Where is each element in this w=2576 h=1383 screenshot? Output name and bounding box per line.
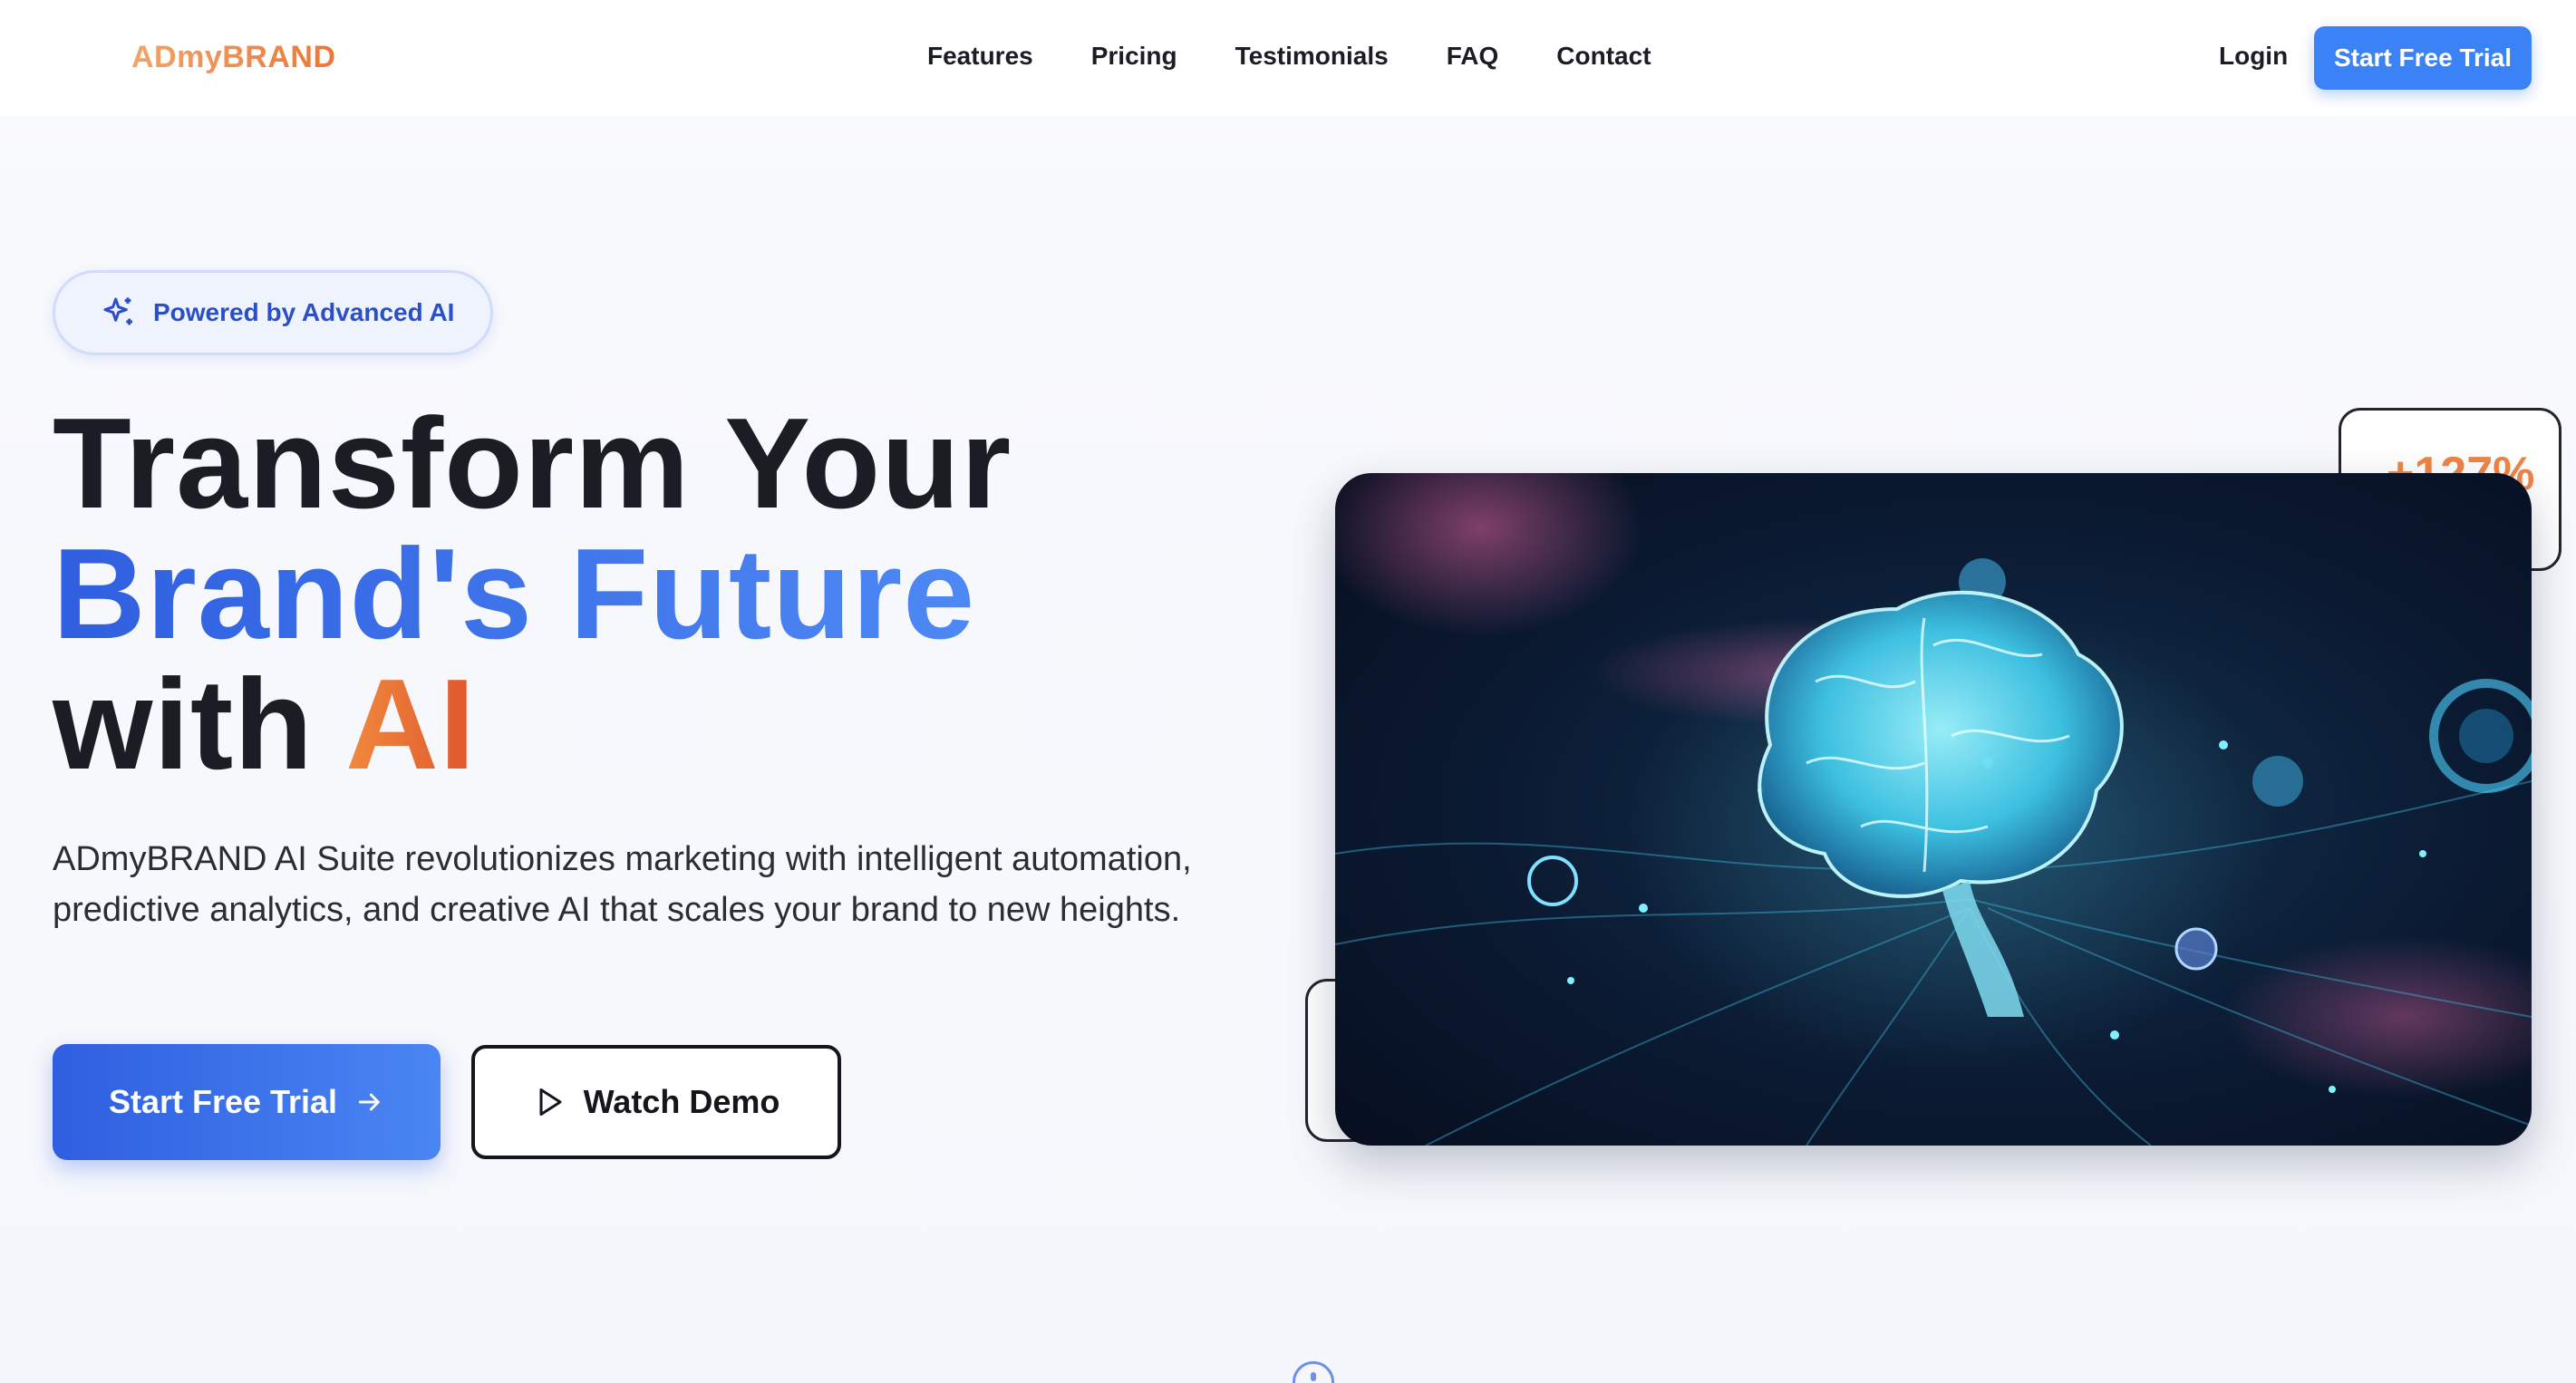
logo[interactable]: ADmyBRAND — [131, 40, 336, 75]
nav-link-pricing[interactable]: Pricing — [1091, 42, 1177, 71]
login-link[interactable]: Login — [2219, 42, 2288, 71]
badge-label: Powered by Advanced AI — [153, 298, 455, 326]
brain-illustration — [1335, 473, 2532, 1146]
hero-description: ADmyBRAND AI Suite revolutionizes market… — [53, 840, 1192, 929]
nav-link-testimonials[interactable]: Testimonials — [1235, 42, 1389, 71]
nav-link-faq[interactable]: FAQ — [1447, 42, 1499, 71]
watch-demo-label: Watch Demo — [583, 1083, 780, 1120]
headline-prefix: with — [53, 653, 346, 797]
start-free-trial-button[interactable]: Start Free Trial — [53, 1044, 441, 1160]
sparkles-icon — [103, 297, 132, 325]
watch-demo-button[interactable]: Watch Demo — [471, 1045, 841, 1159]
headline-line-3: with AI — [53, 660, 1012, 790]
nav-link-features[interactable]: Features — [927, 42, 1033, 71]
headline-line-2: Brand's Future — [53, 529, 1012, 660]
start-free-trial-label: Start Free Trial — [108, 1083, 338, 1120]
top-nav: ADmyBRAND Features Pricing Testimonials … — [0, 0, 2576, 116]
play-icon — [539, 1088, 562, 1116]
nav-start-trial-button[interactable]: Start Free Trial — [2314, 26, 2532, 90]
headline-highlight: AI — [345, 653, 477, 797]
hero-headline: Transform Your Brand's Future with AI — [53, 399, 1012, 790]
landing-page: ADmyBRAND Features Pricing Testimonials … — [0, 0, 2576, 1383]
nav-links: Features Pricing Testimonials FAQ Contac… — [927, 42, 1709, 71]
headline-line-1: Transform Your — [53, 392, 1012, 536]
scroll-indicator-dot — [1311, 1372, 1316, 1381]
ai-badge: Powered by Advanced AI — [53, 270, 493, 355]
nav-link-contact[interactable]: Contact — [1556, 42, 1651, 71]
brain-icon — [1335, 473, 2532, 1146]
arrow-right-icon — [358, 1093, 380, 1111]
